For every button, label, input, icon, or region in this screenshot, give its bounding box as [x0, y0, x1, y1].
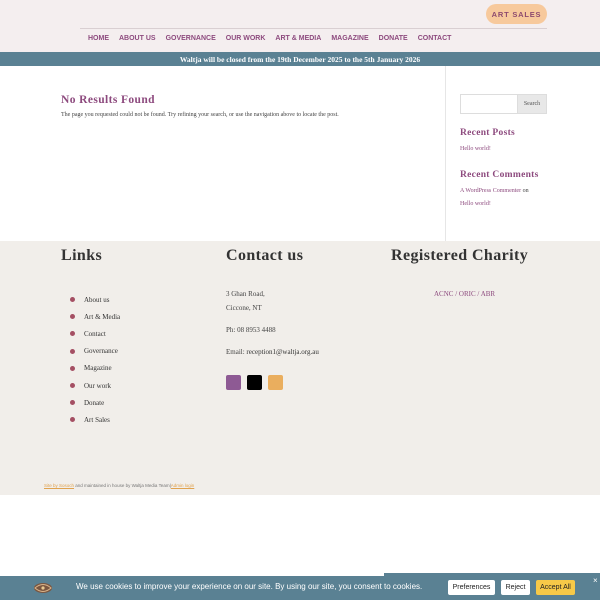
oric-link[interactable]: ORIC — [459, 290, 476, 298]
comment-on-text: on — [522, 188, 529, 194]
site-by-link[interactable]: Site by Sosoch — [44, 483, 74, 488]
list-item: Donate — [70, 394, 120, 411]
list-item: Art Sales — [70, 411, 120, 428]
footer-link-contact[interactable]: Contact — [84, 330, 106, 338]
nav-contact[interactable]: CONTACT — [418, 35, 452, 42]
main-nav: HOME ABOUT US GOVERNANCE OUR WORK ART & … — [88, 35, 461, 42]
credit-text: and maintained in house by Waltja Media … — [74, 483, 171, 488]
list-item: Governance — [70, 343, 120, 360]
bullet-icon — [70, 348, 75, 354]
comment-post-link[interactable]: Hello world! — [460, 201, 491, 207]
close-icon[interactable]: × — [593, 576, 598, 585]
page-title: No Results Found — [61, 94, 155, 106]
list-item: Magazine — [70, 360, 120, 377]
main-content: No Results Found The page you requested … — [0, 66, 600, 241]
admin-login-link[interactable]: Admin login — [171, 483, 195, 488]
recent-comments-heading: Recent Comments — [460, 170, 539, 180]
comment-author-link[interactable]: A WordPress Commenter — [460, 188, 521, 194]
list-item: Our work — [70, 377, 120, 394]
bullet-icon — [70, 314, 75, 320]
social-icon-2[interactable] — [247, 375, 262, 390]
header-divider — [80, 28, 547, 29]
nav-our-work[interactable]: OUR WORK — [226, 35, 266, 42]
list-item: Art & Media — [70, 308, 120, 325]
recent-post-link[interactable]: Hello world! — [460, 146, 491, 152]
footer-link-donate[interactable]: Donate — [84, 399, 104, 407]
address-line-1: 3 Ghan Road, — [226, 290, 265, 298]
footer-links-list: About us Art & Media Contact Governance … — [70, 291, 120, 429]
recent-comment-item: A WordPress Commenter on — [460, 188, 529, 194]
footer-link-art-sales[interactable]: Art Sales — [84, 416, 110, 424]
site-header: ART SALES HOME ABOUT US GOVERNANCE OUR W… — [0, 0, 600, 52]
search-button[interactable]: Search — [517, 94, 547, 114]
nav-governance[interactable]: GOVERNANCE — [166, 35, 216, 42]
email-label: Email: — [226, 348, 245, 356]
bullet-icon — [70, 383, 75, 389]
art-sales-button[interactable]: ART SALES — [486, 4, 547, 24]
phone-number: Ph: 08 8953 4488 — [226, 326, 276, 334]
cookie-accept-button[interactable]: Accept All — [536, 580, 575, 595]
social-icon-3[interactable] — [268, 375, 283, 390]
address-line-2: Ciccone, NT — [226, 304, 262, 312]
bullet-icon — [70, 417, 75, 423]
site-credit: Site by Sosoch and maintained in house b… — [44, 483, 194, 488]
recent-posts-heading: Recent Posts — [460, 128, 516, 138]
charity-links: ACNC / ORIC / ABR — [434, 290, 495, 298]
bullet-icon — [70, 400, 75, 406]
list-item: Contact — [70, 325, 120, 342]
bullet-icon — [70, 365, 75, 371]
nav-magazine[interactable]: MAGAZINE — [331, 35, 368, 42]
site-footer: Links About us Art & Media Contact Gover… — [0, 241, 600, 495]
closure-notice-bar: Waltja will be closed from the 19th Dece… — [0, 52, 600, 66]
footer-link-our-work[interactable]: Our work — [84, 382, 111, 390]
cookie-reject-button[interactable]: Reject — [501, 580, 530, 595]
charity-heading: Registered Charity — [391, 247, 529, 264]
nav-about-us[interactable]: ABOUT US — [119, 35, 156, 42]
search-input[interactable] — [460, 94, 518, 114]
nav-donate[interactable]: DONATE — [379, 35, 408, 42]
footer-link-art-media[interactable]: Art & Media — [84, 313, 120, 321]
footer-link-governance[interactable]: Governance — [84, 347, 118, 355]
email-line: Email: reception1@waltja.org.au — [226, 348, 319, 356]
bullet-icon — [70, 331, 75, 337]
abr-link[interactable]: ABR — [481, 290, 495, 298]
nav-art-media[interactable]: ART & MEDIA — [275, 35, 321, 42]
bullet-icon — [70, 297, 75, 303]
contact-heading: Contact us — [226, 247, 304, 264]
not-found-message: The page you requested could not be foun… — [61, 112, 339, 118]
nav-home[interactable]: HOME — [88, 35, 109, 42]
footer-link-magazine[interactable]: Magazine — [84, 364, 112, 372]
acnc-link[interactable]: ACNC — [434, 290, 453, 298]
social-icon-1[interactable] — [226, 375, 241, 390]
cookie-preferences-button[interactable]: Preferences — [448, 580, 495, 595]
email-link[interactable]: reception1@waltja.org.au — [246, 348, 318, 356]
cookie-consent-bar: We use cookies to improve your experienc… — [0, 576, 600, 600]
sidebar-divider — [445, 66, 446, 241]
waltja-logo-icon — [34, 583, 52, 593]
links-heading: Links — [61, 247, 103, 264]
list-item: About us — [70, 291, 120, 308]
cookie-message: We use cookies to improve your experienc… — [76, 582, 423, 591]
footer-link-about-us[interactable]: About us — [84, 296, 109, 304]
